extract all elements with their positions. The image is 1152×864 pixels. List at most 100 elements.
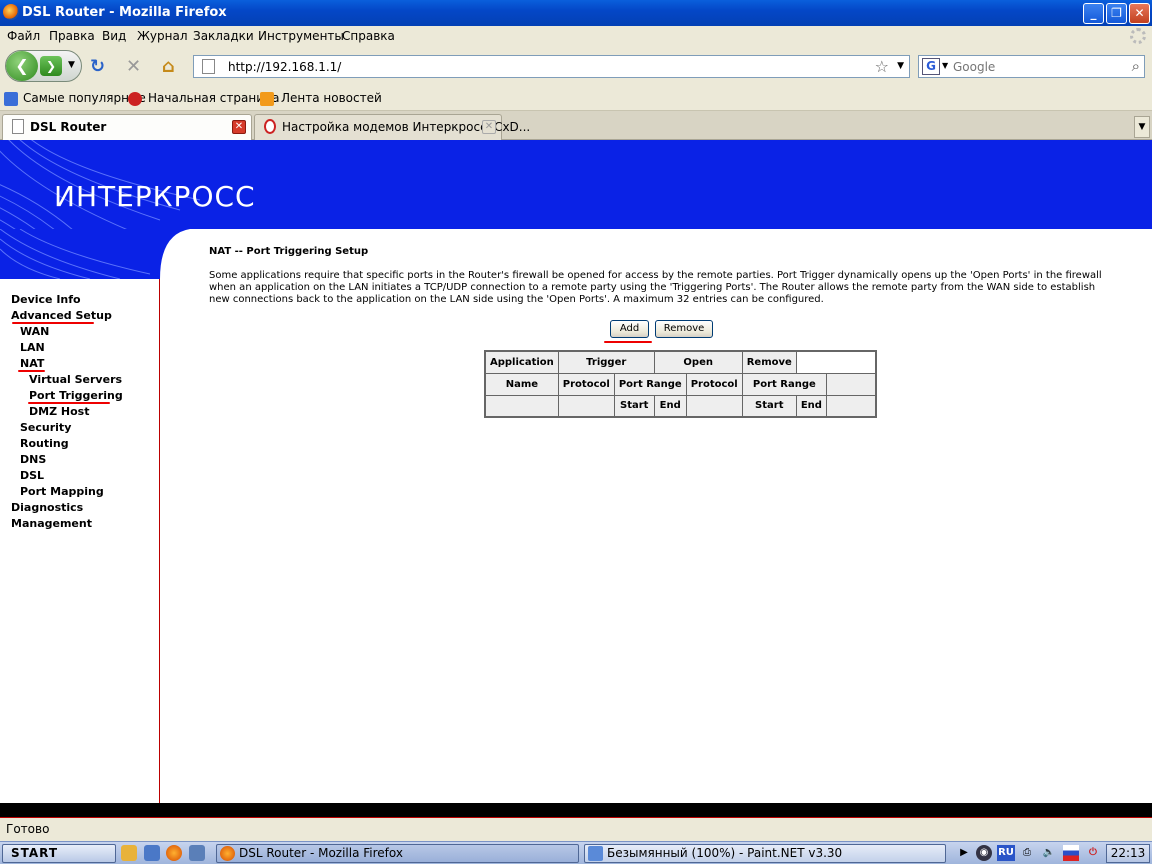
- blank-cell: [484, 394, 559, 418]
- page-description: Some applications require that specific …: [209, 270, 1102, 305]
- nav-management[interactable]: Management: [11, 517, 92, 530]
- start-page-icon: [128, 92, 142, 106]
- quicklaunch-explorer-icon[interactable]: [189, 845, 205, 861]
- red-underline-mark: [604, 341, 652, 343]
- col-trigger: Trigger: [557, 350, 655, 374]
- taskbar-clock[interactable]: 22:13: [1106, 844, 1150, 863]
- tray-printer-icon[interactable]: ⎙: [1019, 845, 1035, 861]
- forward-button[interactable]: ❯: [40, 56, 62, 76]
- url-dropdown-icon[interactable]: ▼: [897, 61, 904, 71]
- nav-device-info[interactable]: Device Info: [11, 293, 81, 306]
- tray-volume-icon[interactable]: 🔈: [1041, 845, 1057, 861]
- nav-security[interactable]: Security: [20, 421, 71, 434]
- engine-dropdown-icon[interactable]: ▼: [942, 61, 948, 70]
- language-indicator[interactable]: RU: [997, 845, 1015, 861]
- maximize-button[interactable]: ❐: [1106, 3, 1127, 24]
- remove-button[interactable]: Remove: [655, 320, 713, 338]
- bookmark-news-feed[interactable]: Лента новостей: [281, 91, 382, 105]
- col-trigger-port-range: Port Range: [613, 372, 687, 396]
- nav-toolbar: ❮ ❯ ▼ ↻ ✕ ⌂ http://192.168.1.1/ ☆ ▼ G ▼ …: [0, 47, 1152, 87]
- reload-icon[interactable]: ↻: [90, 56, 105, 77]
- quicklaunch-desktop-icon[interactable]: [144, 845, 160, 861]
- paint-net-icon: [588, 846, 603, 861]
- col-open-port-range: Port Range: [741, 372, 827, 396]
- red-underline-mark: [18, 370, 45, 372]
- firefox-icon: [3, 4, 19, 20]
- bookmark-star-icon[interactable]: ☆: [875, 57, 889, 76]
- google-engine-icon[interactable]: G: [922, 58, 940, 75]
- blank-cell: [557, 394, 615, 418]
- start-button[interactable]: START: [2, 844, 116, 863]
- tab-list-dropdown-icon[interactable]: ▼: [1134, 116, 1150, 138]
- task-label: Безымянный (100%) - Paint.NET v3.30: [607, 846, 843, 860]
- table-header-row: Name Protocol Port Range Protocol Port R…: [484, 372, 877, 396]
- intercross-logo: ИНТЕРКРОСС: [54, 180, 256, 213]
- task-firefox[interactable]: DSL Router - Mozilla Firefox: [216, 844, 579, 863]
- menu-history[interactable]: Журнал: [137, 29, 188, 43]
- tab-bar: DSL Router ✕ Настройка модемов Интеркрос…: [0, 111, 1152, 140]
- menu-file[interactable]: Файл: [7, 29, 40, 43]
- search-icon[interactable]: ⌕: [1132, 57, 1140, 75]
- task-paint-net[interactable]: Безымянный (100%) - Paint.NET v3.30: [584, 844, 946, 863]
- col-open-start: Start: [741, 394, 797, 418]
- page-icon: [12, 119, 24, 134]
- col-trigger-end: End: [653, 394, 687, 418]
- nav-lan[interactable]: LAN: [20, 341, 45, 354]
- nav-diagnostics[interactable]: Diagnostics: [11, 501, 83, 514]
- close-tab-icon[interactable]: ✕: [482, 120, 496, 134]
- tab-dsl-router[interactable]: DSL Router ✕: [2, 114, 252, 140]
- red-underline-mark: [12, 322, 94, 324]
- tray-antivirus-icon[interactable]: ⏻: [1085, 845, 1101, 861]
- tray-flag-icon[interactable]: [1063, 845, 1079, 861]
- tray-network-icon[interactable]: ◉: [976, 845, 992, 861]
- url-bar[interactable]: http://192.168.1.1/ ☆ ▼: [193, 55, 910, 78]
- menu-view[interactable]: Вид: [102, 29, 126, 43]
- table-header-row: Application Trigger Open Remove: [484, 350, 876, 374]
- site-icon: [264, 119, 276, 134]
- most-visited-icon: [4, 92, 18, 106]
- history-dropdown-icon[interactable]: ▼: [68, 60, 75, 70]
- stop-icon[interactable]: ✕: [126, 56, 141, 77]
- menu-edit[interactable]: Правка: [49, 29, 95, 43]
- home-icon[interactable]: ⌂: [162, 56, 175, 77]
- quicklaunch-butterfly-icon[interactable]: [121, 845, 137, 861]
- red-underline-mark: [28, 402, 110, 404]
- search-box[interactable]: G ▼ ⌕: [918, 55, 1145, 78]
- nav-nat[interactable]: NAT: [20, 357, 44, 370]
- close-tab-icon[interactable]: ✕: [232, 120, 246, 134]
- search-input[interactable]: [953, 58, 1123, 75]
- col-trigger-protocol: Protocol: [557, 372, 615, 396]
- tab-intercross-setup[interactable]: Настройка модемов Интеркросс ICxD... ✕: [254, 114, 530, 140]
- col-open: Open: [653, 350, 743, 374]
- nav-wan[interactable]: WAN: [20, 325, 49, 338]
- col-remove: Remove: [741, 350, 797, 374]
- nav-dns[interactable]: DNS: [20, 453, 46, 466]
- add-button[interactable]: Add: [610, 320, 649, 338]
- tray-arrow-icon[interactable]: ▶: [956, 845, 972, 861]
- nav-port-triggering[interactable]: Port Triggering: [29, 389, 123, 402]
- col-open-protocol: Protocol: [685, 372, 743, 396]
- nav-dmz-host[interactable]: DMZ Host: [29, 405, 89, 418]
- web-page: ИНТЕРКРОСС Device Info Advanced Setup WA…: [0, 140, 1152, 803]
- minimize-button[interactable]: _: [1083, 3, 1104, 24]
- col-open-end: End: [795, 394, 827, 418]
- nav-port-mapping[interactable]: Port Mapping: [20, 485, 104, 498]
- status-bar: Готово: [0, 817, 1152, 841]
- nav-virtual-servers[interactable]: Virtual Servers: [29, 373, 122, 386]
- nav-routing[interactable]: Routing: [20, 437, 69, 450]
- menu-help[interactable]: Справка: [342, 29, 395, 43]
- menu-bookmarks[interactable]: Закладки: [193, 29, 254, 43]
- close-button[interactable]: ✕: [1129, 3, 1150, 24]
- menu-tools[interactable]: Инструменты: [258, 29, 344, 43]
- bookmarks-bar: Самые популярные Начальная страница Лент…: [0, 87, 1152, 111]
- table-header-row: Start End Start End: [484, 394, 877, 418]
- back-button[interactable]: ❮: [6, 51, 38, 81]
- nav-advanced-setup[interactable]: Advanced Setup: [11, 309, 112, 322]
- nav-dsl[interactable]: DSL: [20, 469, 44, 482]
- port-triggering-table: Application Trigger Open Remove Name Pro…: [484, 350, 878, 418]
- sidebar-nav: Device Info Advanced Setup WAN LAN NAT V…: [0, 279, 160, 803]
- window-titlebar: DSL Router - Mozilla Firefox _ ❐ ✕: [0, 0, 1152, 26]
- page-icon: [202, 59, 215, 74]
- quicklaunch-firefox-icon[interactable]: [166, 845, 182, 861]
- firefox-icon: [220, 846, 235, 861]
